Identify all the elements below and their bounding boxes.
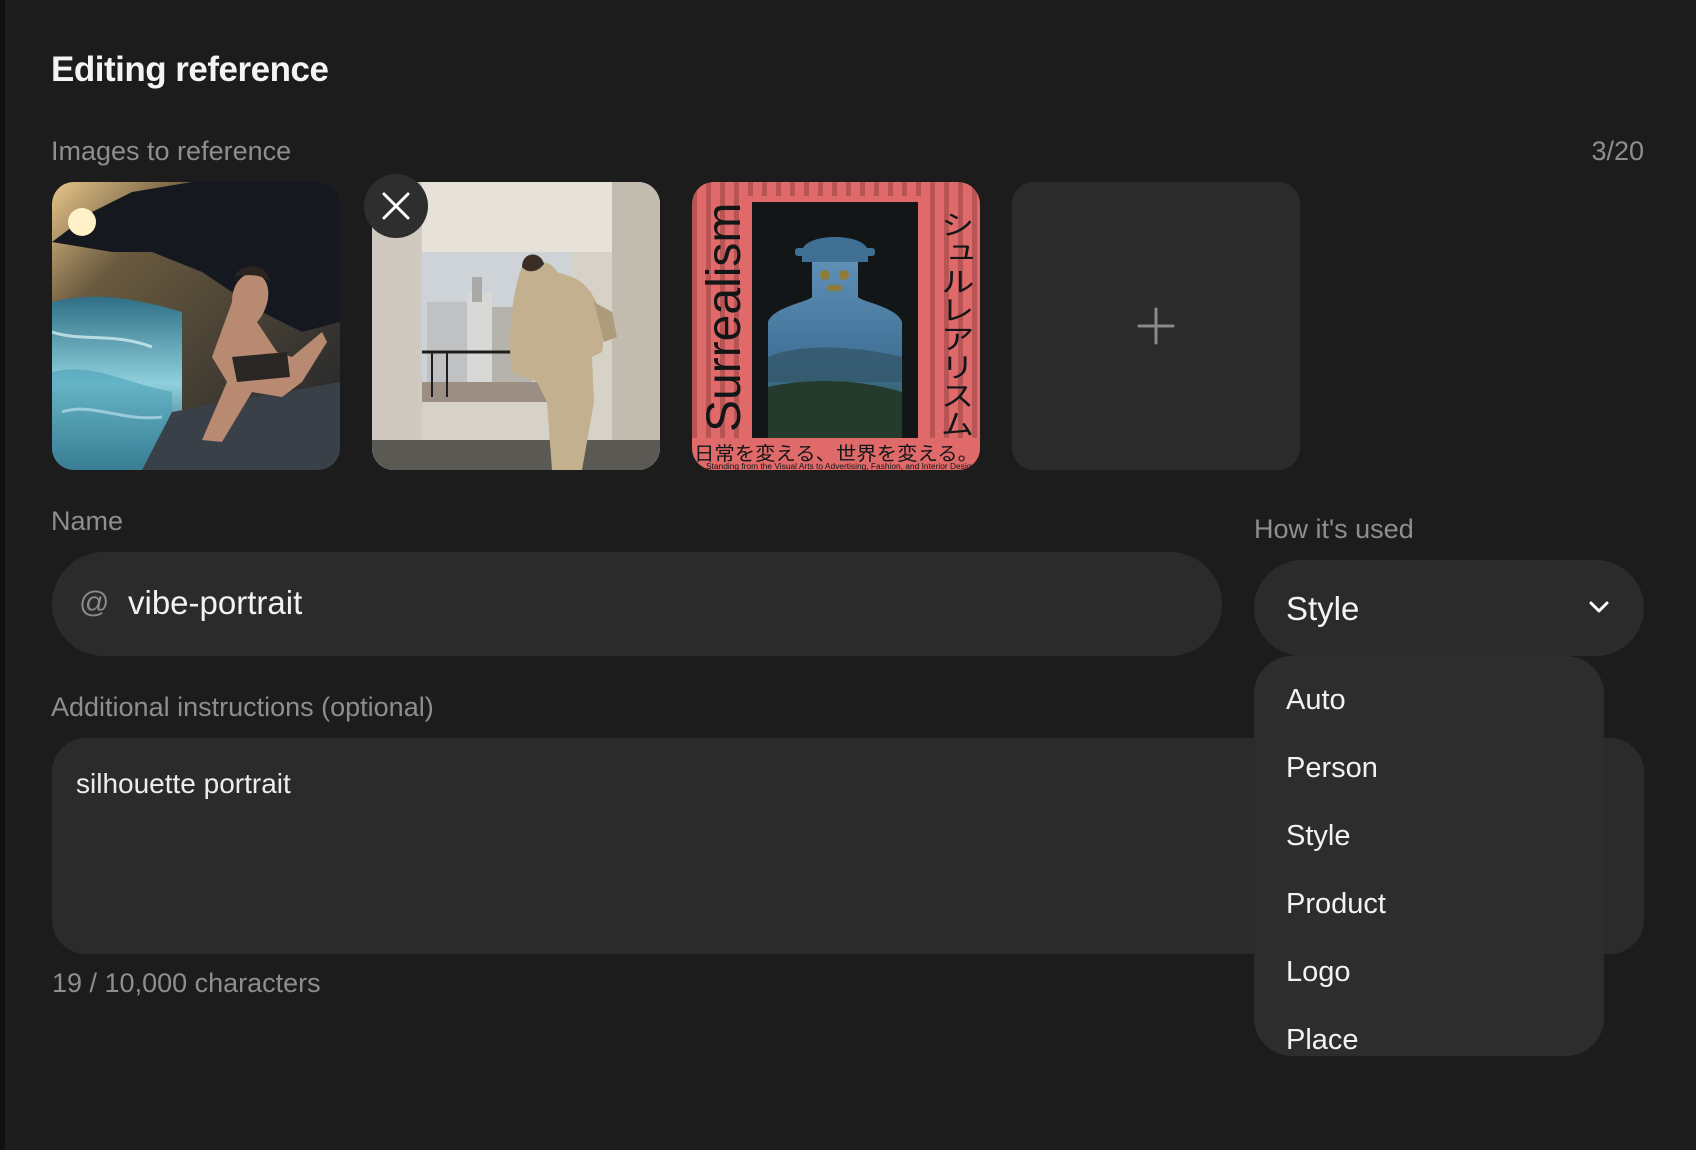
usage-dropdown-menu: Auto Person Style Product Logo Place	[1254, 656, 1604, 1056]
name-input[interactable]: @ vibe-portrait	[52, 552, 1222, 656]
menu-option-auto[interactable]: Auto	[1286, 684, 1346, 717]
instructions-value[interactable]: silhouette portrait	[76, 768, 291, 800]
add-image-button[interactable]	[1012, 182, 1300, 470]
close-icon	[382, 192, 410, 220]
reference-image-1[interactable]	[52, 182, 340, 470]
name-value[interactable]: vibe-portrait	[128, 584, 302, 622]
plus-icon	[1137, 307, 1175, 345]
usage-select[interactable]: Style	[1254, 560, 1644, 656]
remove-image-button[interactable]	[364, 174, 428, 238]
image-counter: 3/20	[1591, 136, 1644, 166]
chevron-down-icon	[1589, 601, 1609, 613]
menu-option-person[interactable]: Person	[1286, 752, 1378, 785]
menu-option-product[interactable]: Product	[1286, 888, 1386, 921]
poster-katakana-title: シュルレアリスム	[934, 210, 974, 438]
menu-option-place[interactable]: Place	[1286, 1024, 1359, 1056]
at-prefix-icon: @	[79, 586, 110, 619]
menu-option-logo[interactable]: Logo	[1286, 956, 1351, 989]
instructions-label: Additional instructions (optional)	[51, 692, 434, 722]
poster-subcaption: Standing from the Visual Arts to Adverti…	[706, 462, 976, 470]
poster-english-title: Surrealism	[698, 203, 751, 432]
page-title: Editing reference	[51, 50, 329, 89]
reference-image-3[interactable]: Surrealism シュルレアリスム 日常を変える、世界を変える。 Stand…	[692, 182, 980, 470]
usage-selected-value: Style	[1286, 590, 1360, 627]
character-count: 19 / 10,000 characters	[52, 968, 321, 998]
images-section-label: Images to reference	[51, 136, 292, 166]
window-edge	[0, 0, 5, 1150]
menu-option-style[interactable]: Style	[1286, 820, 1350, 853]
usage-label: How it's used	[1254, 514, 1414, 544]
name-label: Name	[51, 506, 124, 536]
